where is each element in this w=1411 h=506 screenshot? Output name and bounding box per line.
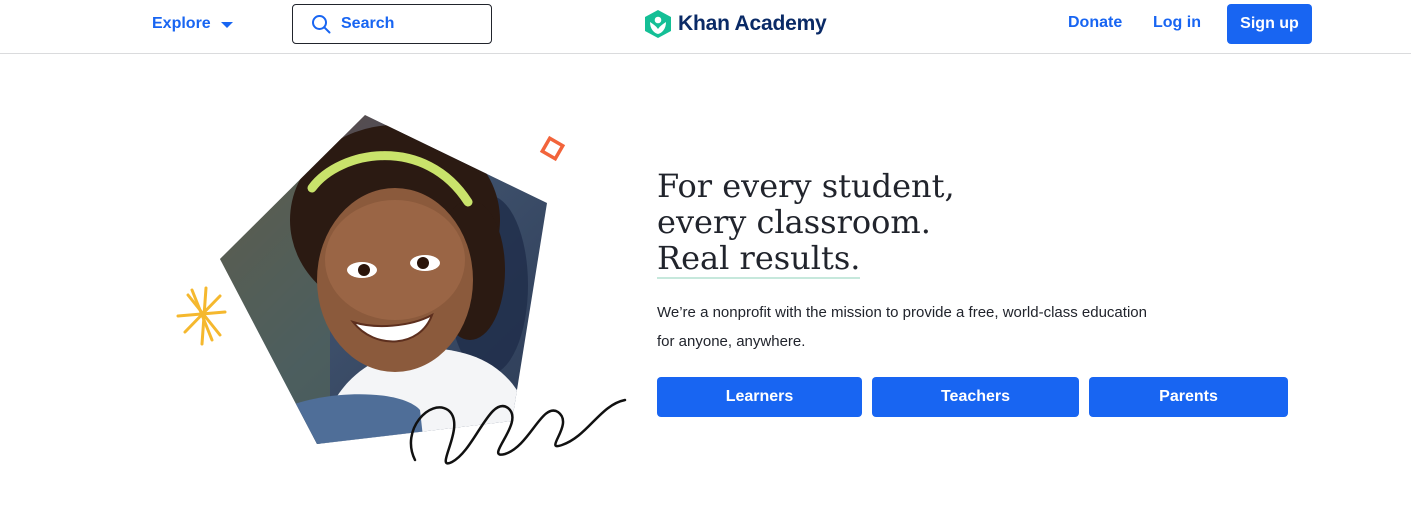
logo-wordmark: Khan Academy [678,12,827,35]
hero-headline: For every student, every classroom. Real… [657,168,955,279]
search-input[interactable]: Search [292,4,492,44]
hero-illustration [176,115,627,465]
chevron-down-icon [220,22,233,28]
khan-logo-icon [645,10,671,38]
starburst-icon [176,286,227,346]
parents-button[interactable]: Parents [1089,377,1288,417]
top-nav: Explore Search Khan Academy Donate Log i… [0,0,1411,54]
headline-line-1: For every student, [657,167,955,205]
headline-line-3: Real results. [657,239,861,279]
diamond-outline-icon [539,135,566,162]
headline-line-2: every classroom. [657,203,931,241]
learners-button[interactable]: Learners [657,377,862,417]
mission-line-1: We’re a nonprofit with the mission to pr… [657,304,1147,321]
search-label: Search [341,15,395,32]
mission-line-2: for anyone, anywhere. [657,333,806,350]
search-icon [312,15,331,34]
donate-link[interactable]: Donate [1068,14,1122,32]
explore-label: Explore [152,15,211,32]
teachers-button[interactable]: Teachers [872,377,1079,417]
student-photo [220,115,547,444]
signup-button[interactable]: Sign up [1227,4,1312,44]
explore-menu-button[interactable]: Explore [152,14,233,34]
login-link[interactable]: Log in [1153,14,1201,32]
mission-statement: We’re a nonprofit with the mission to pr… [657,298,1197,356]
khan-academy-logo[interactable]: Khan Academy [644,9,827,39]
